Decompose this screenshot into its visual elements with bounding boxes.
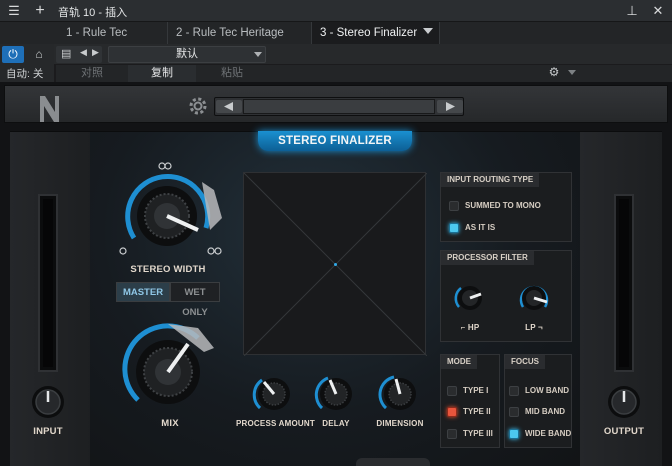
tab-dropdown-icon[interactable]: [423, 28, 433, 34]
preset-select[interactable]: 默认: [108, 46, 266, 63]
power-icon: ⏻: [8, 47, 18, 61]
processor-filter-group: PROCESSOR FILTER ⌐ HP LP ¬: [440, 250, 572, 342]
type-i-label: TYPE I: [463, 386, 489, 395]
copy-button[interactable]: 复制: [128, 65, 196, 82]
as-it-is-led[interactable]: [449, 223, 459, 233]
wide-band-led[interactable]: [509, 429, 519, 439]
next-preset-icon[interactable]: ▶: [92, 47, 99, 58]
settings-gear-icon[interactable]: [186, 94, 210, 118]
wet-only-button[interactable]: WET ONLY: [170, 282, 220, 318]
title-bar: ☰ + 音轨 10 - 插入 ⊥ ✕: [0, 0, 672, 22]
mode-title: MODE: [441, 355, 477, 369]
footer-tab: [356, 458, 430, 466]
hp-knob[interactable]: [453, 281, 487, 315]
bypass-button[interactable]: ⌂: [28, 46, 50, 63]
close-icon[interactable]: ✕: [650, 3, 666, 19]
settings-dropdown-icon[interactable]: [568, 70, 576, 75]
menu-icon[interactable]: ☰: [6, 3, 22, 19]
plugin-preset-bar: [214, 97, 464, 116]
xy-cursor[interactable]: [334, 263, 337, 266]
output-meter: [614, 194, 634, 372]
type-iii-label: TYPE III: [463, 429, 493, 438]
mode-group: MODE TYPE I TYPE II TYPE III: [440, 354, 500, 448]
chevron-down-icon[interactable]: [254, 52, 262, 57]
plugin-tab-bar: 1 - Rule Tec EQ1A 2 - Rule Tec Heritage …: [0, 22, 672, 61]
process-amount-knob[interactable]: [252, 372, 296, 416]
mix-label: MIX: [161, 418, 179, 429]
dimension-label: DIMENSION: [376, 419, 424, 428]
output-knob[interactable]: [606, 384, 642, 420]
delay-label: DELAY: [322, 419, 350, 428]
pin-icon[interactable]: ⊥: [624, 3, 640, 19]
focus-title: FOCUS: [505, 355, 545, 369]
type-iii-led[interactable]: [447, 429, 457, 439]
paste-button[interactable]: 粘贴: [198, 65, 266, 82]
preset-prev-button[interactable]: [216, 100, 242, 113]
plugin-preset-field[interactable]: [243, 99, 435, 114]
summed-to-mono-label: SUMMED TO MONO: [465, 201, 541, 210]
stereo-width-label: STEREO WIDTH: [130, 264, 206, 275]
output-label: OUTPUT: [603, 426, 645, 437]
type-ii-led[interactable]: [447, 407, 457, 417]
plus-icon[interactable]: +: [32, 3, 48, 19]
lp-knob[interactable]: [517, 281, 551, 315]
processor-filter-title: PROCESSOR FILTER: [441, 251, 534, 265]
input-knob[interactable]: [30, 384, 66, 420]
master-button[interactable]: MASTER: [116, 282, 170, 302]
input-routing-title: INPUT ROUTING TYPE: [441, 173, 540, 187]
gear-icon[interactable]: ⚙: [546, 64, 562, 80]
file-icon[interactable]: ▤: [61, 47, 71, 60]
hp-curve-icon: ⌐: [460, 323, 468, 332]
focus-group: FOCUS LOW BAND MID BAND WIDE BAND: [504, 354, 572, 448]
lp-curve-icon: ¬: [535, 323, 543, 332]
preset-nav: ▤ ◀ ▶: [56, 46, 102, 63]
window-title: 音轨 10 - 插入: [58, 7, 128, 19]
plugin-title: STEREO FINALIZER: [258, 131, 412, 151]
automation-label[interactable]: 自动: 关: [6, 66, 43, 81]
type-ii-label: TYPE II: [463, 407, 491, 416]
input-routing-group: INPUT ROUTING TYPE SUMMED TO MONO AS IT …: [440, 172, 572, 242]
mid-band-led[interactable]: [509, 407, 519, 417]
low-band-label: LOW BAND: [525, 386, 569, 395]
process-amount-label: PROCESS AMOUNT: [236, 419, 315, 428]
preset-next-button[interactable]: [437, 100, 463, 113]
as-it-is-label: AS IT IS: [465, 223, 496, 232]
tab-heritage-pro[interactable]: 2 - Rule Tec Heritage Pro: [168, 22, 312, 61]
nugen-logo-icon: [40, 96, 59, 122]
wide-band-label: WIDE BAND: [525, 429, 572, 438]
tab-eq1a[interactable]: 1 - Rule Tec EQ1A: [58, 22, 168, 61]
summed-to-mono-led[interactable]: [449, 201, 459, 211]
type-i-led[interactable]: [447, 386, 457, 396]
delay-knob[interactable]: [314, 372, 358, 416]
power-button[interactable]: ⏻: [2, 46, 24, 63]
compare-button[interactable]: 对照: [58, 65, 126, 82]
dimension-knob[interactable]: [378, 372, 422, 416]
low-band-led[interactable]: [509, 386, 519, 396]
mid-band-label: MID BAND: [525, 407, 565, 416]
lp-label: LP ¬: [525, 323, 543, 332]
input-meter: [38, 194, 58, 372]
stereo-width-knob[interactable]: [114, 160, 234, 260]
prev-preset-icon[interactable]: ◀: [80, 47, 87, 58]
hp-label: ⌐ HP: [460, 323, 480, 332]
routing-icon: ⌂: [35, 47, 43, 61]
input-label: INPUT: [33, 426, 63, 437]
mix-knob[interactable]: [118, 320, 228, 420]
tab-stereo-finalizer[interactable]: 3 - Stereo Finalizer: [312, 22, 440, 44]
